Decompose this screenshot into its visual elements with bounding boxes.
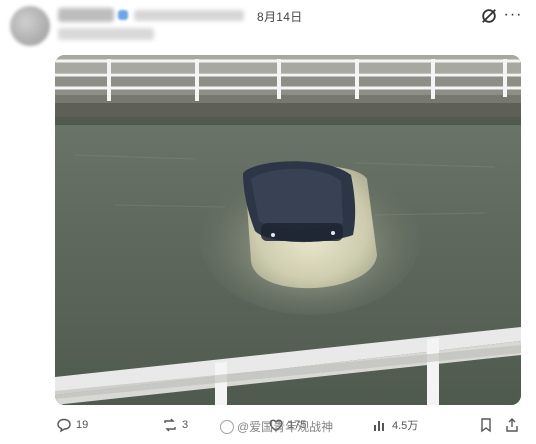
subtitle-redacted [58,28,154,40]
more-icon[interactable]: ··· [502,4,524,26]
avatar[interactable] [10,6,50,46]
weibo-logo-icon [220,419,234,434]
username-redacted[interactable] [134,10,244,21]
bookmark-icon [481,418,491,433]
verified-badge-icon [118,10,128,20]
bookmark-button[interactable] [478,412,494,438]
repost-button[interactable]: 3 [162,412,188,438]
display-name-redacted[interactable] [58,8,114,22]
post-image[interactable] [55,55,521,405]
canal-photo [55,55,521,405]
repost-icon [164,418,176,432]
view-count: 4.5万 [392,420,419,432]
share-button[interactable] [504,412,520,438]
views-icon [374,421,384,431]
reply-button[interactable]: 19 [56,412,88,438]
watermark-text: @爱国青年观战神 [237,420,334,434]
repost-count: 3 [182,419,189,431]
post-card: 8月14日 ··· 19 3 175 4.5万 @爱国青年观战神 [0,0,536,444]
reply-icon [57,418,71,433]
views-button[interactable]: 4.5万 [372,412,418,438]
post-date[interactable]: 8月14日 [257,8,303,25]
grok-icon[interactable] [480,7,498,25]
weibo-watermark: @爱国青年观战神 [220,418,333,435]
reply-count: 19 [76,419,89,431]
share-icon [506,418,518,432]
